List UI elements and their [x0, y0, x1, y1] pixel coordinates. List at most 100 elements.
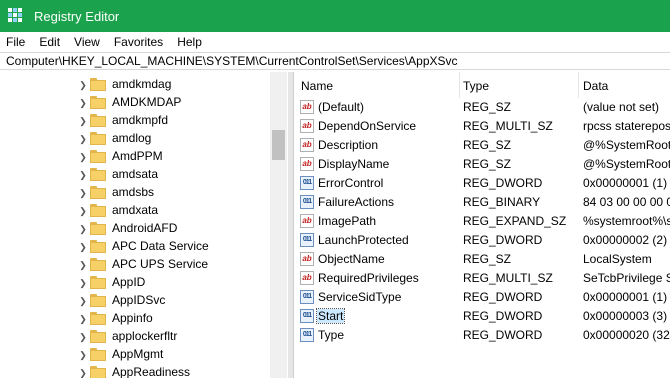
tree-scrollbar-thumb[interactable]: [272, 130, 285, 160]
expand-chevron-icon[interactable]: ❯: [78, 313, 88, 325]
expand-chevron-icon[interactable]: ❯: [78, 187, 88, 199]
value-data: %systemroot%\system32: [583, 214, 670, 228]
tree-item[interactable]: ❯ AMDKMDAP: [0, 94, 270, 112]
tree-item[interactable]: ❯ AppMgmt: [0, 346, 270, 364]
tree-item-label: applockerfltr: [112, 329, 178, 343]
tree-item[interactable]: ❯ amdkmpfd: [0, 112, 270, 130]
value-data: (value not set): [583, 100, 660, 114]
tree-item[interactable]: ❯ AppReadiness: [0, 364, 270, 378]
expand-chevron-icon[interactable]: ❯: [78, 295, 88, 307]
expand-chevron-icon[interactable]: ❯: [78, 277, 88, 289]
expand-chevron-icon[interactable]: ❯: [78, 133, 88, 145]
column-header-data[interactable]: Data: [583, 79, 608, 93]
value-type: REG_DWORD: [463, 328, 543, 342]
expand-chevron-icon[interactable]: ❯: [78, 97, 88, 109]
column-header-name[interactable]: Name: [301, 79, 333, 93]
value-name[interactable]: DisplayName: [317, 157, 390, 171]
value-name[interactable]: (Default): [317, 100, 365, 114]
menu-file[interactable]: File: [0, 35, 33, 49]
string-value-icon: ab: [300, 100, 314, 114]
value-row[interactable]: 011 ServiceSidType REG_DWORD 0x00000001 (1): [294, 288, 670, 307]
tree-item-label: amdlog: [112, 131, 152, 145]
tree-item[interactable]: ❯ amdsbs: [0, 184, 270, 202]
value-name[interactable]: ImagePath: [317, 214, 377, 228]
value-name[interactable]: FailureActions: [317, 195, 395, 209]
value-name[interactable]: RequiredPrivileges: [317, 271, 420, 285]
value-type: REG_EXPAND_SZ: [463, 214, 567, 228]
expand-chevron-icon[interactable]: ❯: [78, 151, 88, 163]
value-row[interactable]: 011 FailureActions REG_BINARY 84 03 00 00 0…: [294, 193, 670, 212]
string-value-icon: ab: [300, 214, 314, 228]
column-header-type[interactable]: Type: [463, 79, 489, 93]
expand-chevron-icon[interactable]: ❯: [78, 259, 88, 271]
binary-value-icon: 011: [300, 195, 314, 209]
expand-chevron-icon[interactable]: ❯: [78, 223, 88, 235]
expand-chevron-icon[interactable]: ❯: [78, 349, 88, 361]
expand-chevron-icon[interactable]: ❯: [78, 367, 88, 378]
column-separator[interactable]: [578, 72, 579, 98]
column-separator[interactable]: [459, 72, 460, 98]
folder-icon: [90, 312, 106, 325]
tree-item[interactable]: ❯ amdsata: [0, 166, 270, 184]
tree-item[interactable]: ❯ AndroidAFD: [0, 220, 270, 238]
tree-item[interactable]: ❯ APC Data Service: [0, 238, 270, 256]
tree-item-label: APC UPS Service: [112, 257, 209, 271]
value-row[interactable]: 011 Type REG_DWORD 0x00000020 (32): [294, 326, 670, 345]
value-data: 0x00000003 (3): [583, 309, 668, 323]
value-name[interactable]: ServiceSidType: [317, 290, 402, 304]
key-tree[interactable]: ❯ amdkmdag ❯ AMDKMDAP ❯ amdkmpfd ❯ amdlog ❯ AmdPP…: [0, 72, 288, 378]
expand-chevron-icon[interactable]: ❯: [78, 169, 88, 181]
value-row[interactable]: ab (Default) REG_SZ (value not set): [294, 98, 670, 117]
tree-item[interactable]: ❯ amdkmdag: [0, 76, 270, 94]
value-name[interactable]: ObjectName: [317, 252, 386, 266]
value-name[interactable]: LaunchProtected: [317, 233, 410, 247]
folder-icon: [90, 240, 106, 253]
value-row[interactable]: ab DependOnService REG_MULTI_SZ rpcss state…: [294, 117, 670, 136]
values-header: Name Type Data: [294, 72, 670, 98]
folder-icon: [90, 168, 106, 181]
value-name[interactable]: Type: [317, 328, 345, 342]
title-bar: Registry Editor: [0, 0, 670, 32]
tree-item[interactable]: ❯ APC UPS Service: [0, 256, 270, 274]
value-row[interactable]: ab RequiredPrivileges REG_MULTI_SZ SeTcbPri…: [294, 269, 670, 288]
value-row[interactable]: abDisplayName REG_SZ @%SystemRoot%: [294, 155, 670, 174]
value-row[interactable]: abImagePath REG_EXPAND_SZ %systemroot%\sys…: [294, 212, 670, 231]
value-name[interactable]: DependOnService: [317, 119, 417, 133]
value-name[interactable]: Start: [315, 308, 346, 324]
menu-edit[interactable]: Edit: [33, 35, 68, 49]
menu-help[interactable]: Help: [171, 35, 210, 49]
expand-chevron-icon[interactable]: ❯: [78, 331, 88, 343]
tree-item[interactable]: ❯ AppID: [0, 274, 270, 292]
menu-favorites[interactable]: Favorites: [108, 35, 171, 49]
value-row[interactable]: abDescription REG_SZ @%SystemRoot%: [294, 136, 670, 155]
tree-item[interactable]: ❯ amdlog: [0, 130, 270, 148]
expand-chevron-icon[interactable]: ❯: [78, 79, 88, 91]
expand-chevron-icon[interactable]: ❯: [78, 205, 88, 217]
folder-icon: [90, 276, 106, 289]
values-pane[interactable]: Name Type Data ab (Default) REG_SZ (value n…: [294, 72, 670, 378]
address-bar[interactable]: Computer\HKEY_LOCAL_MACHINE\SYSTEM\Curre…: [0, 52, 670, 70]
value-data: SeTcbPrivilege Se: [583, 271, 670, 285]
expand-chevron-icon[interactable]: ❯: [78, 115, 88, 127]
menu-view[interactable]: View: [68, 35, 108, 49]
tree-item[interactable]: ❯ Appinfo: [0, 310, 270, 328]
value-row[interactable]: 011 LaunchProtected REG_DWORD 0x00000002 (2…: [294, 231, 670, 250]
value-name[interactable]: Description: [317, 138, 379, 152]
value-row[interactable]: 011 ErrorControl REG_DWORD 0x00000001 (1): [294, 174, 670, 193]
tree-item[interactable]: ❯ AmdPPM: [0, 148, 270, 166]
registry-editor-icon: [8, 8, 24, 24]
tree-item-label: amdsata: [112, 167, 159, 181]
address-path[interactable]: Computer\HKEY_LOCAL_MACHINE\SYSTEM\Curre…: [6, 54, 458, 68]
expand-chevron-icon[interactable]: ❯: [78, 241, 88, 253]
value-type: REG_DWORD: [463, 233, 543, 247]
tree-scrollbar[interactable]: [270, 72, 287, 378]
value-row[interactable]: 011 Start REG_DWORD 0x00000003 (3): [294, 307, 670, 326]
tree-item[interactable]: ❯ applockerfltr: [0, 328, 270, 346]
value-type: REG_DWORD: [463, 290, 543, 304]
value-name[interactable]: ErrorControl: [317, 176, 384, 190]
tree-item[interactable]: ❯ AppIDSvc: [0, 292, 270, 310]
value-row[interactable]: ab ObjectName REG_SZ LocalSystem: [294, 250, 670, 269]
tree-item[interactable]: ❯ amdxata: [0, 202, 270, 220]
tree-item-label: AmdPPM: [112, 149, 163, 163]
folder-icon: [90, 222, 106, 235]
